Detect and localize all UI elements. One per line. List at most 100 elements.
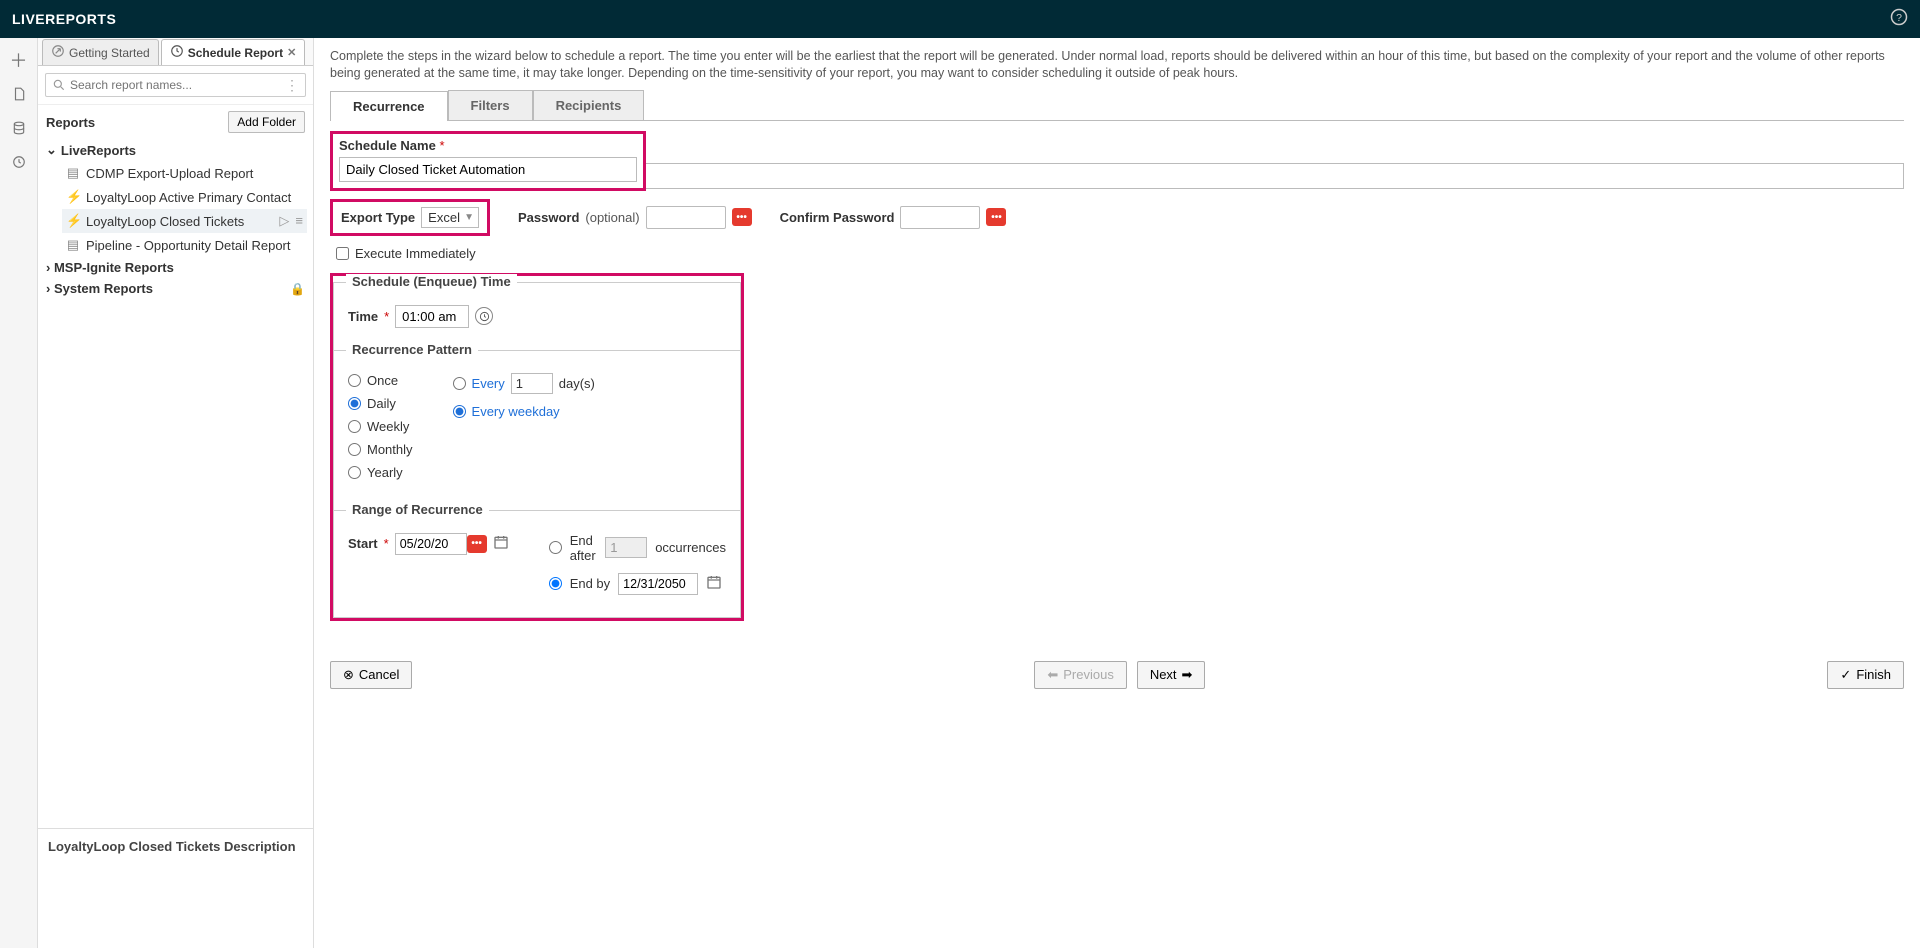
tree-leaf-selected[interactable]: ⚡ LoyaltyLoop Closed Tickets ▷ ≡	[62, 209, 307, 233]
reports-header: Reports Add Folder	[38, 105, 313, 139]
wizard-tab-recurrence[interactable]: Recurrence	[330, 91, 448, 121]
radio-every-n-days[interactable]: Every day(s)	[453, 373, 595, 394]
previous-button[interactable]: ⬅ Previous	[1034, 661, 1126, 689]
cancel-button[interactable]: ⊗ Cancel	[330, 661, 412, 689]
required-icon: *	[439, 138, 444, 153]
radio-end-after[interactable]: End after occurrences	[549, 533, 726, 563]
date-action-icon[interactable]: •••	[467, 535, 487, 553]
wizard-footer: ⊗ Cancel ⬅ Previous Next ➡ ✓ Finish	[330, 661, 1904, 689]
wizard-tab-filters[interactable]: Filters	[448, 90, 533, 120]
lock-icon: 🔒	[290, 282, 305, 296]
schedule-name-label: Schedule Name	[339, 138, 436, 153]
tree-node-system[interactable]: › System Reports 🔒	[44, 278, 307, 299]
every-days-input[interactable]	[511, 373, 553, 394]
tree-node-msp[interactable]: › MSP-Ignite Reports	[44, 257, 307, 278]
database-icon[interactable]	[9, 118, 29, 138]
clock-icon[interactable]	[9, 152, 29, 172]
wizard-tab-recipients[interactable]: Recipients	[533, 90, 645, 120]
add-folder-button[interactable]: Add Folder	[228, 111, 305, 133]
chevron-down-icon: ⌄	[46, 142, 57, 158]
file-icon: ▤	[66, 237, 80, 253]
tab-label: Schedule Report	[188, 46, 283, 60]
password-label: Password	[518, 210, 579, 225]
menu-icon[interactable]: ≡	[295, 213, 303, 229]
schedule-time-fieldset: Schedule (Enqueue) Time Time *	[333, 282, 741, 351]
arrow-left-icon: ⬅	[1047, 667, 1058, 683]
execute-immediately-checkbox[interactable]	[336, 247, 349, 260]
svg-text:?: ?	[1896, 11, 1902, 23]
next-button[interactable]: Next ➡	[1137, 661, 1206, 689]
required-icon: *	[384, 309, 389, 324]
tab-schedule-report[interactable]: Schedule Report ✕	[161, 39, 306, 65]
confirm-password-action-icon[interactable]: •••	[986, 208, 1006, 226]
main-panel: Complete the steps in the wizard below t…	[314, 38, 1920, 948]
end-by-date-input[interactable]	[618, 573, 698, 595]
recurrence-pattern-fieldset: Recurrence Pattern Once Daily Weekly Mon…	[333, 351, 741, 511]
tree-leaf[interactable]: ▤ CDMP Export-Upload Report	[62, 161, 307, 185]
schedule-name-highlight: Schedule Name *	[330, 131, 646, 191]
chevron-right-icon: ›	[46, 260, 50, 275]
description-panel: LoyaltyLoop Closed Tickets Description	[38, 828, 313, 948]
tab-getting-started[interactable]: Getting Started	[42, 39, 159, 65]
wizard-tabs: Recurrence Filters Recipients	[330, 90, 1904, 121]
clock-icon	[170, 44, 184, 61]
sidebar-tabs: Getting Started Schedule Report ✕	[38, 38, 313, 66]
intro-text: Complete the steps in the wizard below t…	[330, 48, 1904, 82]
confirm-password-input[interactable]	[900, 206, 980, 229]
calendar-icon[interactable]	[706, 574, 722, 593]
start-label: Start	[348, 536, 378, 551]
export-type-label: Export Type	[341, 210, 415, 225]
chevron-right-icon: ›	[46, 281, 50, 296]
radio-yearly[interactable]: Yearly	[348, 465, 413, 480]
search-input[interactable]	[45, 73, 306, 97]
time-input[interactable]	[395, 305, 469, 328]
radio-daily[interactable]: Daily	[348, 396, 413, 411]
help-icon[interactable]: ?	[1890, 8, 1908, 31]
more-icon[interactable]: ⋮	[285, 77, 299, 94]
sidebar: Getting Started Schedule Report ✕ ⋮ Repo…	[38, 38, 314, 948]
close-icon[interactable]: ✕	[287, 46, 296, 59]
bolt-icon: ⚡	[66, 189, 80, 205]
play-icon[interactable]: ▷	[279, 213, 289, 229]
search-icon	[52, 78, 66, 95]
export-type-highlight: Export Type Excel ▼	[330, 199, 490, 236]
optional-label: (optional)	[585, 210, 639, 225]
tab-label: Getting Started	[69, 46, 150, 60]
execute-immediately-label: Execute Immediately	[355, 246, 476, 261]
password-input[interactable]	[646, 206, 726, 229]
arrow-right-icon: ➡	[1182, 667, 1193, 683]
plus-icon[interactable]: ＋	[9, 50, 29, 70]
search-row: ⋮	[38, 66, 313, 105]
calendar-icon[interactable]	[493, 534, 509, 553]
file-icon: ▤	[66, 165, 80, 181]
time-label: Time	[348, 309, 378, 324]
required-icon: *	[384, 536, 389, 551]
tree-leaf[interactable]: ⚡ LoyaltyLoop Active Primary Contact	[62, 185, 307, 209]
check-icon: ✓	[1840, 667, 1851, 683]
top-bar: LIVEREPORTS ?	[0, 0, 1920, 38]
tree-node-livereports[interactable]: ⌄ LiveReports	[44, 139, 307, 161]
radio-once[interactable]: Once	[348, 373, 413, 388]
radio-weekly[interactable]: Weekly	[348, 419, 413, 434]
radio-every-weekday[interactable]: Every weekday	[453, 404, 595, 419]
clock-picker-icon[interactable]	[475, 307, 493, 325]
tree-leaf[interactable]: ▤ Pipeline - Opportunity Detail Report	[62, 233, 307, 257]
cancel-icon: ⊗	[343, 667, 354, 683]
report-tree: ⌄ LiveReports ▤ CDMP Export-Upload Repor…	[38, 139, 313, 305]
document-icon[interactable]	[9, 84, 29, 104]
export-type-select[interactable]: Excel ▼	[421, 207, 479, 228]
arrow-circle-icon	[51, 44, 65, 61]
schedule-name-input[interactable]	[339, 157, 637, 182]
password-action-icon[interactable]: •••	[732, 208, 752, 226]
icon-rail: ＋	[0, 38, 38, 948]
bolt-icon: ⚡	[66, 213, 80, 229]
radio-monthly[interactable]: Monthly	[348, 442, 413, 457]
schedule-config-highlight: Schedule (Enqueue) Time Time * Recurrenc…	[330, 273, 744, 621]
occurrences-input[interactable]	[605, 537, 647, 558]
start-date-input[interactable]	[395, 533, 467, 555]
schedule-time-legend: Schedule (Enqueue) Time	[346, 274, 517, 289]
finish-button[interactable]: ✓ Finish	[1827, 661, 1904, 689]
range-recurrence-fieldset: Range of Recurrence Start * •••	[333, 511, 741, 618]
recurrence-legend: Recurrence Pattern	[346, 342, 478, 357]
radio-end-by[interactable]: End by	[549, 573, 726, 595]
